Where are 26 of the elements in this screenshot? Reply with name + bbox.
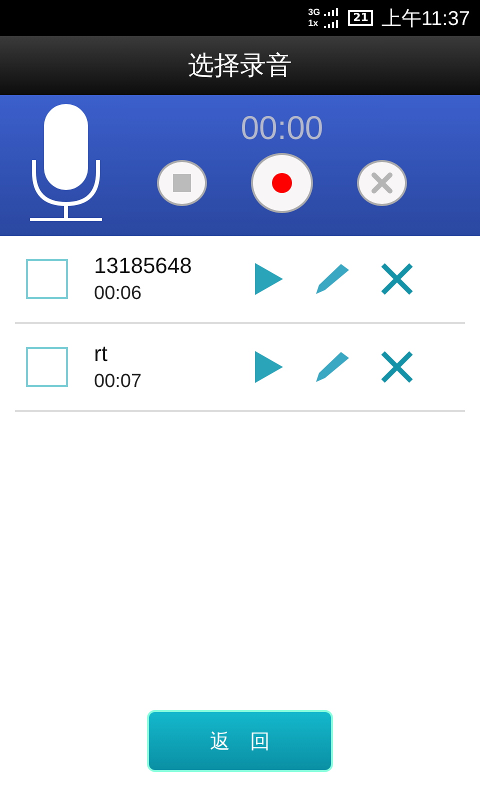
checkbox[interactable] — [26, 347, 68, 387]
play-icon[interactable] — [254, 262, 284, 296]
pencil-icon[interactable] — [314, 351, 350, 383]
screen-title: 选择录音 — [188, 50, 292, 83]
stop-icon — [173, 174, 191, 192]
network-label: 3G — [308, 7, 320, 18]
network-label: 1x — [308, 18, 320, 29]
pencil-icon[interactable] — [314, 263, 350, 295]
record-icon — [272, 173, 292, 193]
recording-duration: 00:06 — [94, 283, 143, 305]
cancel-button[interactable] — [357, 160, 407, 206]
delete-icon[interactable] — [380, 350, 414, 384]
signal-icon — [324, 6, 338, 30]
play-icon[interactable] — [254, 350, 284, 384]
clock: 上午11:37 — [381, 6, 470, 32]
checkbox[interactable] — [26, 259, 68, 299]
recording-duration: 00:07 — [94, 371, 143, 393]
close-icon — [371, 172, 393, 194]
recording-name: rt — [94, 341, 108, 367]
back-button[interactable]: 返 回 — [147, 710, 333, 772]
battery-level: 21 — [348, 10, 374, 26]
timer: 00:00 — [240, 109, 324, 147]
stop-button[interactable] — [157, 160, 207, 206]
delete-icon[interactable] — [380, 262, 414, 296]
recording-name: 13185648 — [94, 253, 193, 279]
microphone-icon — [28, 102, 104, 224]
